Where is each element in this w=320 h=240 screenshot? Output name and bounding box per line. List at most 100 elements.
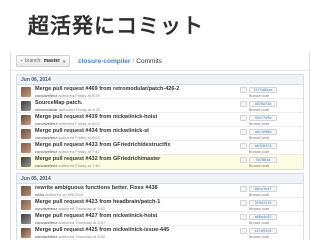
commit-message-link[interactable]: Merge pull request #423 from headbrain/p… xyxy=(35,199,250,205)
copy-sha-button[interactable] xyxy=(240,156,247,163)
commit-sha-button[interactable]: e2fd93c8 xyxy=(249,227,277,234)
copy-sha-button[interactable] xyxy=(240,185,247,192)
commit-sha-button[interactable]: 8bca1e4f xyxy=(249,185,277,192)
browse-code-link[interactable]: Browse code xyxy=(249,94,277,98)
commit-author[interactable]: concavelenz xyxy=(35,220,57,225)
commit-group: Jun 05, 2014 rewrite ambiguous functions … xyxy=(16,173,304,240)
commit-time: authored Friday at 9:29 xyxy=(58,92,100,98)
copy-sha-button[interactable] xyxy=(240,227,247,234)
commit-row[interactable]: Merge pull request #434 from nickwi/nick… xyxy=(17,127,303,141)
commit-sha-button[interactable]: 3f9d3115 xyxy=(249,199,277,206)
repo-toolbar: ⑂ branch: master ▼ closure-compiler / Comm… xyxy=(11,52,309,71)
commit-author[interactable]: concavelenz xyxy=(35,234,57,239)
commit-meta: retromodular authored Friday at 8:20 xyxy=(35,107,250,112)
commit-author[interactable]: concavelenz xyxy=(35,163,57,168)
commit-meta: concavelenz authored Friday at 9:29 xyxy=(35,93,250,98)
commit-group-date: Jun 06, 2014 xyxy=(17,75,303,85)
copy-sha-button[interactable] xyxy=(240,128,247,135)
commit-message-link[interactable]: Merge pull request #434 from nickwi/nick… xyxy=(35,128,250,134)
commit-message-link[interactable]: Merge pull request #432 from GFriedrich/… xyxy=(35,156,250,162)
commit-meta: concavelenz authored Friday at 8:03 xyxy=(35,121,250,126)
copy-sha-button[interactable] xyxy=(240,142,247,149)
avatar[interactable] xyxy=(21,101,31,111)
commit-message-link[interactable]: Merge pull request #427 from nickwi/nick… xyxy=(35,213,250,219)
branch-selector[interactable]: ⑂ branch: master ▼ xyxy=(16,55,71,67)
branch-icon: ⑂ xyxy=(20,58,24,64)
commit-author[interactable]: concavelenz xyxy=(35,121,57,126)
commit-author[interactable]: nicks xyxy=(35,192,44,197)
avatar[interactable] xyxy=(21,143,31,153)
github-commits-panel: ⑂ branch: master ▼ closure-compiler / Comm… xyxy=(10,52,310,240)
commit-sha-button[interactable]: 4870a746 xyxy=(249,100,277,107)
commit-sha-button[interactable]: a68a4c87 xyxy=(249,213,277,220)
commit-row[interactable]: Merge pull request #433 from GFriedrich/… xyxy=(17,141,303,155)
copy-sha-button[interactable] xyxy=(240,213,247,220)
commit-sha-button[interactable]: 33cf7d9b xyxy=(249,114,277,121)
commit-row[interactable]: Merge pull request #469 from retromodula… xyxy=(17,85,303,99)
commit-group-date: Jun 05, 2014 xyxy=(17,174,303,184)
commit-meta: concavelenz authored Thursday at 8:52 xyxy=(35,234,250,239)
commit-meta: nicks authored on 6/5/2014 xyxy=(35,192,250,197)
avatar[interactable] xyxy=(21,228,31,238)
commit-author[interactable]: concavelenz xyxy=(35,206,57,211)
page-title: Commits xyxy=(136,57,162,65)
commit-row[interactable]: Merge pull request #439 from nickwi/nick… xyxy=(17,113,303,127)
browse-code-link[interactable]: Browse code xyxy=(249,235,277,239)
commit-sha-button[interactable]: a6426474 xyxy=(249,142,277,149)
commit-author[interactable]: concavelenz xyxy=(35,135,57,140)
commit-time: authored Thursday at 8:52 xyxy=(58,233,106,239)
commit-time: authored Friday at 8:20 xyxy=(58,106,101,112)
browse-code-link[interactable]: Browse code xyxy=(249,164,277,168)
commit-sha-button[interactable]: 5b7804a xyxy=(249,156,277,163)
commit-time: authored Friday at 8:03 xyxy=(58,120,100,126)
browse-code-link[interactable]: Browse code xyxy=(249,150,277,154)
commit-meta: concavelenz authored Friday at 7:40 xyxy=(35,163,250,168)
commit-message-link[interactable]: SourceMap patch. xyxy=(35,100,250,106)
commit-groups: Jun 06, 2014 Merge pull request #469 from… xyxy=(11,74,309,240)
copy-sha-button[interactable] xyxy=(240,114,247,121)
browse-code-link[interactable]: Browse code xyxy=(249,122,277,126)
commit-time: authored Friday at 8:03 xyxy=(58,134,100,140)
commit-message-link[interactable]: Merge pull request #433 from GFriedrich/… xyxy=(35,142,250,148)
commit-time: authored Thursday at 9:02 xyxy=(58,205,106,211)
commit-author[interactable]: concavelenz xyxy=(35,93,57,98)
commit-time: authored Friday at 7:40 xyxy=(58,162,100,168)
avatar[interactable] xyxy=(21,214,31,224)
commit-time: authored Thursday at 8:57 xyxy=(58,219,106,225)
browse-code-link[interactable]: Browse code xyxy=(249,108,277,112)
commit-sha-button[interactable]: 2fflb8eaa xyxy=(249,86,277,93)
commit-row[interactable]: SourceMap patch. retromodular authored Fr… xyxy=(17,99,303,113)
commit-message-link[interactable]: Merge pull request #425 from nickwi/nick… xyxy=(35,227,250,233)
commit-row[interactable]: Merge pull request #427 from nickwi/nick… xyxy=(17,212,303,226)
avatar[interactable] xyxy=(21,186,31,196)
avatar[interactable] xyxy=(21,115,31,125)
commit-time: authored Friday at 7:42 xyxy=(58,148,100,154)
commit-message-link[interactable]: Merge pull request #439 from nickwi/nick… xyxy=(35,114,250,120)
browse-code-link[interactable]: Browse code xyxy=(249,136,277,140)
commit-meta: concavelenz authored Friday at 7:42 xyxy=(35,149,250,154)
browse-code-link[interactable]: Browse code xyxy=(249,207,277,211)
commit-meta: concavelenz authored Friday at 8:03 xyxy=(35,135,250,140)
browse-code-link[interactable]: Browse code xyxy=(249,193,277,197)
commit-author[interactable]: retromodular xyxy=(35,107,58,112)
avatar[interactable] xyxy=(21,157,31,167)
commit-row[interactable]: Merge pull request #432 from GFriedrich/… xyxy=(17,155,303,169)
commit-message-link[interactable]: Merge pull request #469 from retromodula… xyxy=(35,86,250,92)
copy-sha-button[interactable] xyxy=(240,100,247,107)
copy-sha-button[interactable] xyxy=(240,86,247,93)
commit-author[interactable]: concavelenz xyxy=(35,149,57,154)
avatar[interactable] xyxy=(21,129,31,139)
avatar[interactable] xyxy=(21,87,31,97)
repo-link[interactable]: closure-compiler xyxy=(78,58,130,65)
breadcrumb: closure-compiler / Commits xyxy=(78,58,162,65)
branch-label: branch: xyxy=(25,58,42,64)
copy-sha-button[interactable] xyxy=(240,199,247,206)
commit-sha-button[interactable]: a6c1e98a xyxy=(249,128,277,135)
browse-code-link[interactable]: Browse code xyxy=(249,221,277,225)
commit-row[interactable]: rewrite ambiguous functions better. Fixe… xyxy=(17,184,303,198)
commit-row[interactable]: Merge pull request #425 from nickwi/nick… xyxy=(17,226,303,240)
commit-row[interactable]: Merge pull request #423 from headbrain/p… xyxy=(17,198,303,212)
branch-name: master xyxy=(43,58,61,64)
avatar[interactable] xyxy=(21,200,31,210)
commit-message-link[interactable]: rewrite ambiguous functions better. Fixe… xyxy=(35,185,250,191)
